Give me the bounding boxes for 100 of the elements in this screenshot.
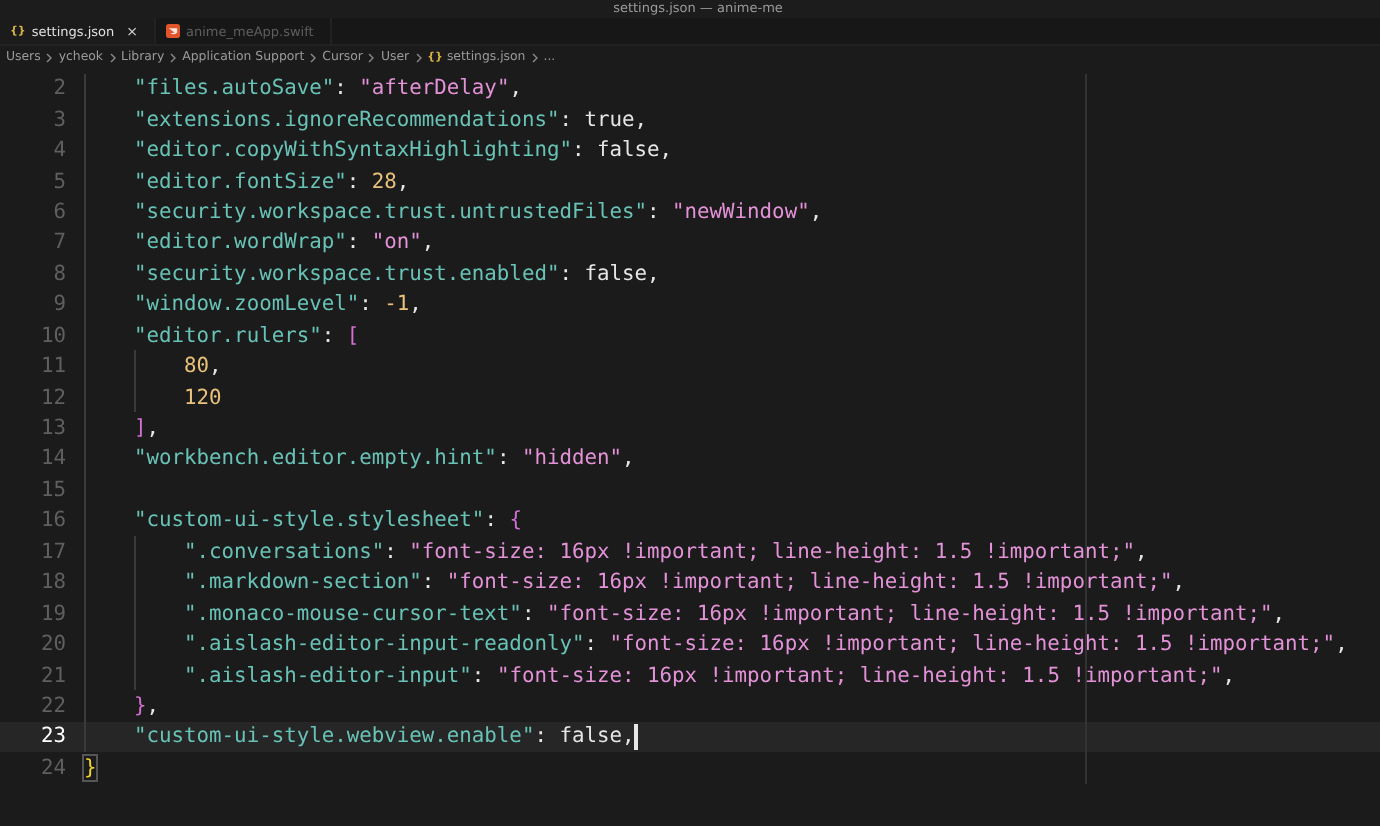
line-number: 9 (51, 292, 68, 317)
line-number: 8 (51, 261, 68, 286)
code-token: : (346, 169, 362, 194)
code-token: , (146, 416, 160, 441)
line-number: 22 (38, 693, 68, 718)
code-token: "editor.wordWrap" (134, 230, 347, 255)
code-token: false (584, 261, 648, 286)
chevron-icon (44, 51, 55, 63)
code-token: "font-size: 16px !important; line-height: 1.5 !important;" (546, 601, 1273, 626)
code-token: "extensions.ignoreRecommendations" (134, 107, 560, 132)
line-number: 13 (38, 416, 68, 441)
code-token: ".conversations" (184, 539, 385, 564)
code-token: , (1134, 539, 1148, 564)
code-token: : (521, 601, 537, 626)
code-token: "workbench.editor.empty.hint" (134, 446, 497, 471)
code-token: ".monaco-mouse-cursor-text" (184, 601, 522, 626)
code-token: , (622, 724, 635, 749)
code-token: { (509, 508, 522, 533)
code-token: , (659, 138, 673, 163)
code-token: : (471, 663, 487, 688)
code-token: "editor.copyWithSyntaxHighlighting" (134, 138, 572, 163)
chevron-icon (413, 51, 424, 63)
code-token: "font-size: 16px !important; line-height: 1.5 !important;" (409, 539, 1135, 564)
code-token: "security.workspace.trust.enabled" (134, 261, 560, 286)
code-token: : (647, 199, 662, 224)
code-token: , (209, 354, 222, 379)
code-token: : (321, 323, 337, 348)
code-token: : (421, 570, 437, 595)
code-token: } (134, 693, 147, 718)
code-token: ] (134, 416, 147, 441)
line-number: 3 (51, 107, 68, 132)
code-token: : (571, 138, 587, 163)
chevron-icon (168, 51, 179, 63)
line-number: 4 (51, 138, 68, 163)
code-token: , (421, 230, 435, 255)
chevron-icon (308, 51, 319, 63)
line-number: 11 (38, 354, 68, 379)
chevron-icon (529, 51, 540, 63)
line-number: 7 (51, 230, 68, 255)
line-number: 5 (51, 169, 68, 194)
code-token: , (509, 76, 522, 101)
line-number: 15 (38, 477, 68, 502)
line-number: 21 (38, 663, 68, 688)
code-token: : (559, 107, 574, 132)
line-number: 17 (38, 539, 68, 564)
code-token: , (634, 107, 648, 132)
chevron-icon (107, 51, 117, 63)
code-token: : (346, 230, 362, 255)
code-token: 80 (184, 354, 210, 379)
line-number: 20 (38, 632, 68, 657)
code-token: , (647, 261, 660, 286)
code-token: : (496, 446, 512, 471)
line-number: 16 (38, 508, 68, 533)
code-token: } (84, 755, 97, 780)
code-token: : (384, 539, 399, 564)
code-token: ".markdown-section" (184, 570, 422, 595)
line-number: 14 (38, 446, 68, 471)
code-token: : (484, 508, 499, 533)
code-token: "editor.fontSize" (134, 169, 347, 194)
code-token: "on" (371, 230, 422, 255)
line-number: 10 (38, 323, 68, 348)
code-token: 28 (371, 169, 397, 194)
code-token: "custom-ui-style.webview.enable" (134, 724, 535, 749)
swift-file-icon (166, 24, 180, 38)
code-token: : (559, 261, 574, 286)
code-token: false (559, 724, 622, 749)
code-token: "font-size: 16px !important; line-height: 1.5 !important;" (609, 632, 1336, 657)
code-token: "font-size: 16px !important; line-height: 1.5 !important;" (496, 663, 1223, 688)
code-token: "hidden" (521, 446, 622, 471)
code-token: : (534, 724, 549, 749)
line-number: 19 (38, 601, 68, 626)
code-token: : (584, 632, 599, 657)
chevron-icon (366, 51, 377, 63)
code-token: true (584, 107, 635, 132)
code-token: false (596, 138, 660, 163)
code-token: , (1172, 570, 1186, 595)
code-token: , (1272, 601, 1286, 626)
line-number: 2 (51, 76, 68, 101)
code-token: , (809, 199, 823, 224)
line-number: 18 (38, 570, 68, 595)
code-token: [ (346, 323, 360, 348)
code-token: "files.autoSave" (134, 76, 335, 101)
code-token: , (409, 292, 422, 317)
line-number: 6 (51, 199, 68, 224)
code-token: , (146, 693, 160, 718)
code-token: ".aislash-editor-input-readonly" (184, 632, 585, 657)
code-token: "newWindow" (672, 199, 810, 224)
code-token: "window.zoomLevel" (134, 292, 360, 317)
code-token: "security.workspace.trust.untrustedFiles" (134, 199, 647, 224)
code-token: , (1335, 632, 1348, 657)
code-token: -1 (384, 292, 410, 317)
text-cursor (634, 723, 638, 750)
code-token: "custom-ui-style.stylesheet" (134, 508, 485, 533)
line-number: 24 (38, 755, 68, 780)
code-token: "afterDelay" (359, 76, 510, 101)
code-token: : (359, 292, 374, 317)
code-token: ".aislash-editor-input" (184, 663, 472, 688)
line-number: 23 (38, 724, 68, 749)
code-token: "font-size: 16px !important; line-height: 1.5 !important;" (446, 570, 1173, 595)
code-token: , (622, 446, 635, 471)
